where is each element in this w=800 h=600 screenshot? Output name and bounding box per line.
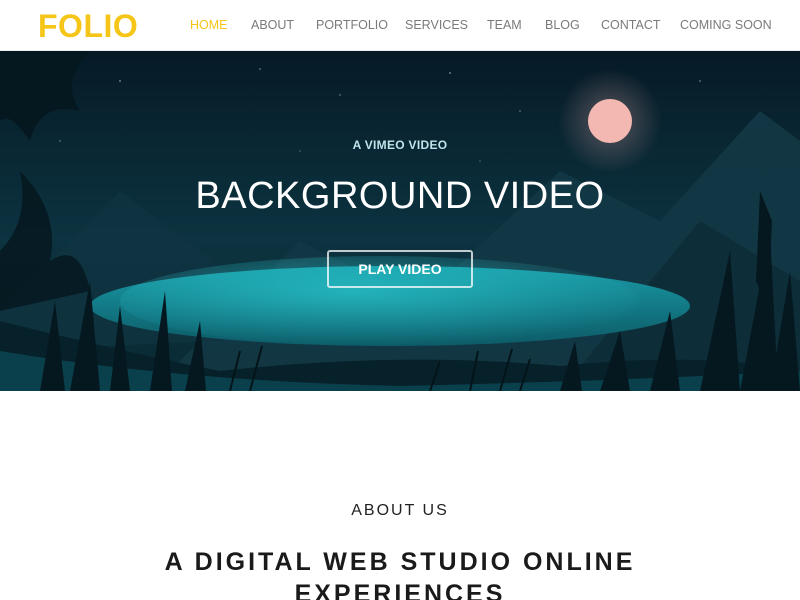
hero-background-image — [0, 51, 800, 391]
nav-item-contact[interactable]: CONTACT — [601, 18, 661, 32]
main-nav: HOME ABOUT PORTFOLIO SERVICES TEAM BLOG … — [0, 18, 800, 36]
about-label: ABOUT US — [351, 502, 449, 519]
nav-item-about[interactable]: ABOUT — [251, 18, 294, 32]
nav-item-portfolio[interactable]: PORTFOLIO — [316, 18, 388, 32]
nav-item-coming-soon[interactable]: COMING SOON — [680, 18, 772, 32]
hero-section: A VIMEO VIDEO BACKGROUND VIDEO PLAY VIDE… — [0, 51, 800, 391]
site-header: FOLIO HOME ABOUT PORTFOLIO SERVICES TEAM… — [0, 0, 800, 51]
nav-item-services[interactable]: SERVICES — [405, 18, 468, 32]
hero-kicker: A VIMEO VIDEO — [352, 138, 448, 152]
nav-item-home[interactable]: HOME — [190, 18, 228, 32]
play-video-button[interactable]: PLAY VIDEO — [327, 250, 473, 288]
about-heading: A DIGITAL WEB STUDIO ONLINE EXPERIENCES — [164, 548, 636, 600]
hero-title: BACKGROUND VIDEO — [195, 175, 605, 217]
nav-item-team[interactable]: TEAM — [487, 18, 522, 32]
nav-item-blog[interactable]: BLOG — [545, 18, 580, 32]
